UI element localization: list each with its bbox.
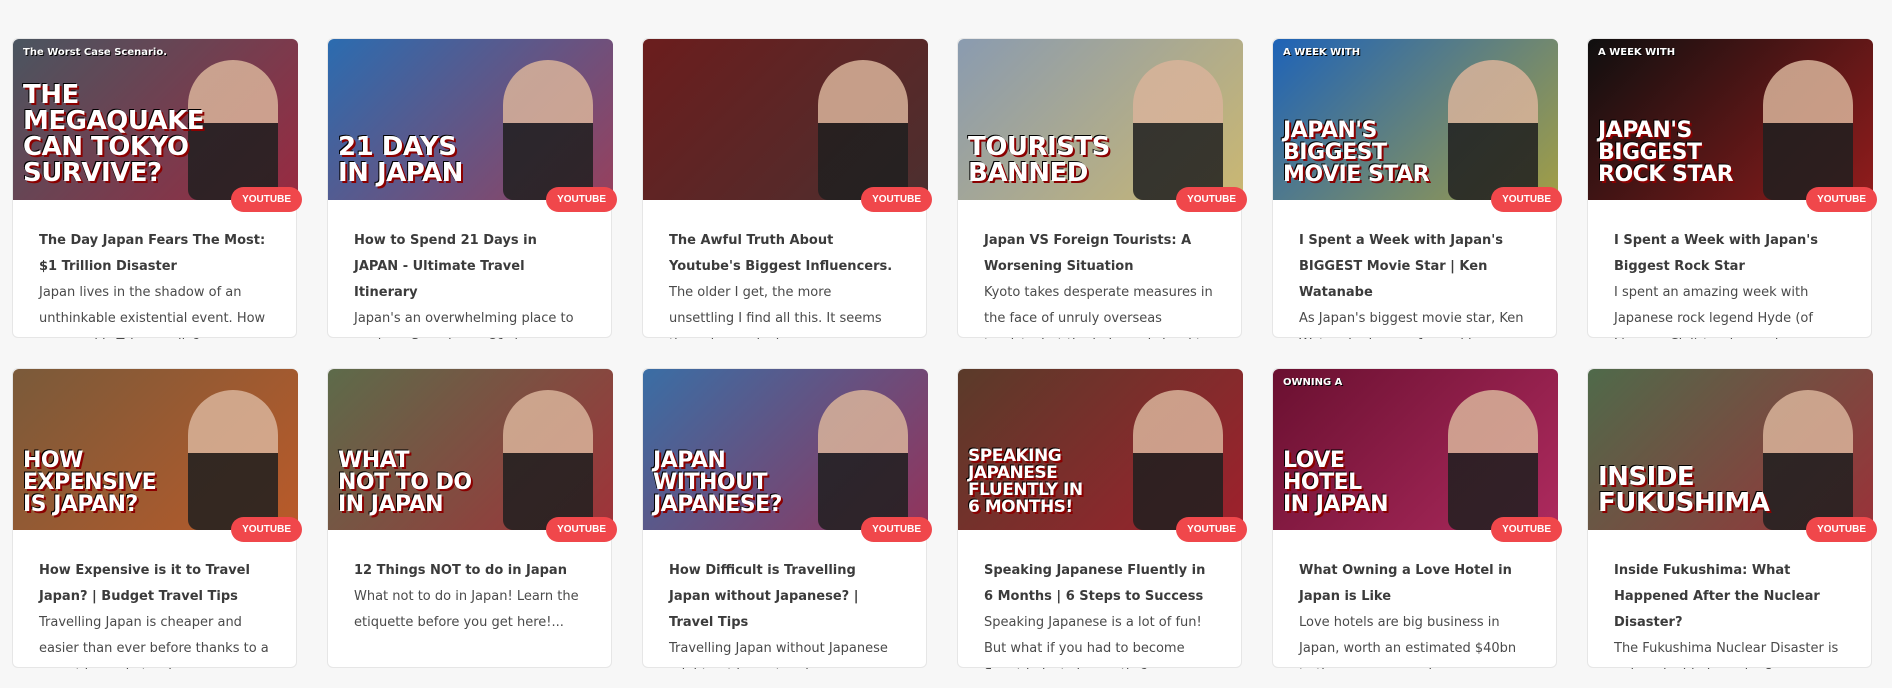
thumbnail-kicker-text: OWNING A bbox=[1283, 377, 1343, 388]
youtube-badge: YOUTUBE bbox=[1491, 187, 1562, 212]
video-description: Japan's an overwhelming place to explore… bbox=[354, 311, 574, 339]
thumbnail-headline: TOURISTS BANNED bbox=[968, 132, 1110, 188]
video-description: Kyoto takes desperate measures in the fa… bbox=[984, 285, 1213, 339]
thumbnail-headline: INSIDE FUKUSHIMA bbox=[1598, 462, 1770, 518]
card-body: The Day Japan Fears The Most: $1 Trillio… bbox=[13, 200, 296, 339]
video-thumbnail[interactable]: OWNING A LOVE HOTEL IN JAPAN bbox=[1273, 369, 1558, 530]
card-body: The Awful Truth About Youtube's Biggest … bbox=[643, 200, 926, 339]
video-card[interactable]: HOW EXPENSIVE IS JAPAN? YOUTUBE How Expens… bbox=[12, 368, 302, 669]
video-card[interactable]: INSIDE FUKUSHIMA YOUTUBE Inside Fukushima:… bbox=[1587, 368, 1877, 669]
video-card[interactable]: A WEEK WITH JAPAN'S BIGGEST MOVIE STAR YOU… bbox=[1272, 38, 1562, 339]
presenter-figure bbox=[1763, 390, 1853, 530]
video-description: I spent an amazing week with Japanese ro… bbox=[1614, 285, 1813, 339]
video-card[interactable]: JAPAN WITHOUT JAPANESE? YOUTUBE How Diffic… bbox=[642, 368, 932, 669]
card-body: I Spent a Week with Japan's BIGGEST Movi… bbox=[1273, 200, 1556, 339]
thumbnail-headline: JAPAN'S BIGGEST ROCK STAR bbox=[1598, 118, 1734, 187]
video-grid: The Worst Case Scenario. THE MEGAQUAKE CA… bbox=[12, 38, 1877, 669]
thumbnail-kicker-text: A WEEK WITH bbox=[1598, 47, 1676, 58]
video-description: What not to do in Japan! Learn the etiqu… bbox=[354, 589, 579, 630]
video-title[interactable]: Inside Fukushima: What Happened After th… bbox=[1614, 558, 1845, 636]
thumbnail-headline: SPEAKING JAPANESE FLUENTLY IN 6 MONTHS! bbox=[968, 446, 1083, 517]
presenter-figure bbox=[818, 390, 908, 530]
video-thumbnail[interactable]: HOW EXPENSIVE IS JAPAN? bbox=[13, 369, 298, 530]
video-title[interactable]: Speaking Japanese Fluently in 6 Months |… bbox=[984, 558, 1215, 610]
video-card[interactable]: A WEEK WITH JAPAN'S BIGGEST ROCK STAR YOUT… bbox=[1587, 38, 1877, 339]
video-thumbnail[interactable]: TOURISTS BANNED bbox=[958, 39, 1243, 200]
youtube-badge: YOUTUBE bbox=[231, 187, 302, 212]
card-body: How to Spend 21 Days in JAPAN - Ultimate… bbox=[328, 200, 611, 339]
youtube-badge: YOUTUBE bbox=[861, 187, 932, 212]
thumbnail-headline: JAPAN WITHOUT JAPANESE? bbox=[653, 448, 782, 517]
thumbnail-kicker-text: The Worst Case Scenario. bbox=[23, 47, 168, 58]
card-body: I Spent a Week with Japan's Biggest Rock… bbox=[1588, 200, 1871, 339]
video-title[interactable]: How to Spend 21 Days in JAPAN - Ultimate… bbox=[354, 228, 585, 306]
thumbnail-headline: WHAT NOT TO DO IN JAPAN bbox=[338, 448, 472, 517]
video-card[interactable]: The Worst Case Scenario. THE MEGAQUAKE CA… bbox=[12, 38, 302, 339]
presenter-figure bbox=[503, 390, 593, 530]
youtube-badge: YOUTUBE bbox=[231, 517, 302, 542]
video-description: Travelling Japan without Japanese might … bbox=[669, 641, 888, 669]
youtube-badge: YOUTUBE bbox=[546, 517, 617, 542]
presenter-figure bbox=[188, 390, 278, 530]
video-title[interactable]: How Difficult is Travelling Japan withou… bbox=[669, 558, 900, 636]
card-body: How Difficult is Travelling Japan withou… bbox=[643, 530, 926, 669]
video-thumbnail[interactable]: WHAT NOT TO DO IN JAPAN bbox=[328, 369, 613, 530]
video-description: Love hotels are big business in Japan, w… bbox=[1299, 615, 1517, 669]
thumbnail-headline: JAPAN'S BIGGEST MOVIE STAR bbox=[1283, 118, 1430, 187]
video-description: Travelling Japan is cheaper and easier t… bbox=[39, 615, 269, 669]
card-body: Speaking Japanese Fluently in 6 Months |… bbox=[958, 530, 1241, 669]
video-description: Speaking Japanese is a lot of fun! But w… bbox=[984, 615, 1202, 669]
video-card[interactable]: 21 DAYS IN JAPAN YOUTUBE How to Spend 21 D… bbox=[327, 38, 617, 339]
card-body: What Owning a Love Hotel in Japan is Lik… bbox=[1273, 530, 1556, 669]
youtube-badge: YOUTUBE bbox=[1176, 517, 1247, 542]
video-title[interactable]: The Day Japan Fears The Most: $1 Trillio… bbox=[39, 228, 270, 280]
video-card[interactable]: OWNING A LOVE HOTEL IN JAPAN YOUTUBE What O… bbox=[1272, 368, 1562, 669]
youtube-badge: YOUTUBE bbox=[546, 187, 617, 212]
thumbnail-headline: THE MEGAQUAKE CAN TOKYO SURVIVE? bbox=[23, 80, 205, 188]
thumbnail-headline: 21 DAYS IN JAPAN bbox=[338, 132, 463, 188]
presenter-figure bbox=[1448, 60, 1538, 200]
video-card[interactable]: YOUTUBE The Awful Truth About Youtube's B… bbox=[642, 38, 932, 339]
thumbnail-kicker-text: A WEEK WITH bbox=[1283, 47, 1361, 58]
presenter-figure bbox=[818, 60, 908, 200]
video-description: The Fukushima Nuclear Disaster is unimag… bbox=[1614, 641, 1839, 669]
presenter-figure bbox=[1133, 390, 1223, 530]
video-description: Japan lives in the shadow of an unthinka… bbox=[39, 285, 266, 339]
presenter-figure bbox=[503, 60, 593, 200]
video-thumbnail[interactable]: A WEEK WITH JAPAN'S BIGGEST MOVIE STAR bbox=[1273, 39, 1558, 200]
video-thumbnail[interactable] bbox=[643, 39, 928, 200]
video-thumbnail[interactable]: SPEAKING JAPANESE FLUENTLY IN 6 MONTHS! bbox=[958, 369, 1243, 530]
video-description: The older I get, the more unsettling I f… bbox=[669, 285, 882, 339]
video-thumbnail[interactable]: JAPAN WITHOUT JAPANESE? bbox=[643, 369, 928, 530]
youtube-badge: YOUTUBE bbox=[861, 517, 932, 542]
video-description: As Japan's biggest movie star, Ken Watan… bbox=[1299, 311, 1524, 339]
card-body: Japan VS Foreign Tourists: A Worsening S… bbox=[958, 200, 1241, 339]
video-thumbnail[interactable]: The Worst Case Scenario. THE MEGAQUAKE CA… bbox=[13, 39, 298, 200]
video-title[interactable]: I Spent a Week with Japan's BIGGEST Movi… bbox=[1299, 228, 1530, 306]
video-card[interactable]: TOURISTS BANNED YOUTUBE Japan VS Foreign T… bbox=[957, 38, 1247, 339]
presenter-figure bbox=[1133, 60, 1223, 200]
video-title[interactable]: How Expensive is it to Travel Japan? | B… bbox=[39, 558, 270, 610]
youtube-badge: YOUTUBE bbox=[1491, 517, 1562, 542]
video-title[interactable]: The Awful Truth About Youtube's Biggest … bbox=[669, 228, 900, 280]
youtube-badge: YOUTUBE bbox=[1806, 187, 1877, 212]
thumbnail-headline: LOVE HOTEL IN JAPAN bbox=[1283, 448, 1389, 517]
presenter-figure bbox=[1448, 390, 1538, 530]
youtube-badge: YOUTUBE bbox=[1806, 517, 1877, 542]
video-title[interactable]: Japan VS Foreign Tourists: A Worsening S… bbox=[984, 228, 1215, 280]
video-title[interactable]: What Owning a Love Hotel in Japan is Lik… bbox=[1299, 558, 1530, 610]
youtube-badge: YOUTUBE bbox=[1176, 187, 1247, 212]
video-card[interactable]: WHAT NOT TO DO IN JAPAN YOUTUBE 12 Things … bbox=[327, 368, 617, 669]
video-thumbnail[interactable]: A WEEK WITH JAPAN'S BIGGEST ROCK STAR bbox=[1588, 39, 1873, 200]
card-body: 12 Things NOT to do in Japan What not to … bbox=[328, 530, 611, 669]
video-title[interactable]: 12 Things NOT to do in Japan bbox=[354, 558, 585, 584]
video-card[interactable]: SPEAKING JAPANESE FLUENTLY IN 6 MONTHS! Y… bbox=[957, 368, 1247, 669]
video-title[interactable]: I Spent a Week with Japan's Biggest Rock… bbox=[1614, 228, 1845, 280]
card-body: Inside Fukushima: What Happened After th… bbox=[1588, 530, 1871, 669]
video-thumbnail[interactable]: 21 DAYS IN JAPAN bbox=[328, 39, 613, 200]
video-thumbnail[interactable]: INSIDE FUKUSHIMA bbox=[1588, 369, 1873, 530]
thumbnail-headline: HOW EXPENSIVE IS JAPAN? bbox=[23, 448, 157, 517]
card-body: How Expensive is it to Travel Japan? | B… bbox=[13, 530, 296, 669]
presenter-figure bbox=[1763, 60, 1853, 200]
